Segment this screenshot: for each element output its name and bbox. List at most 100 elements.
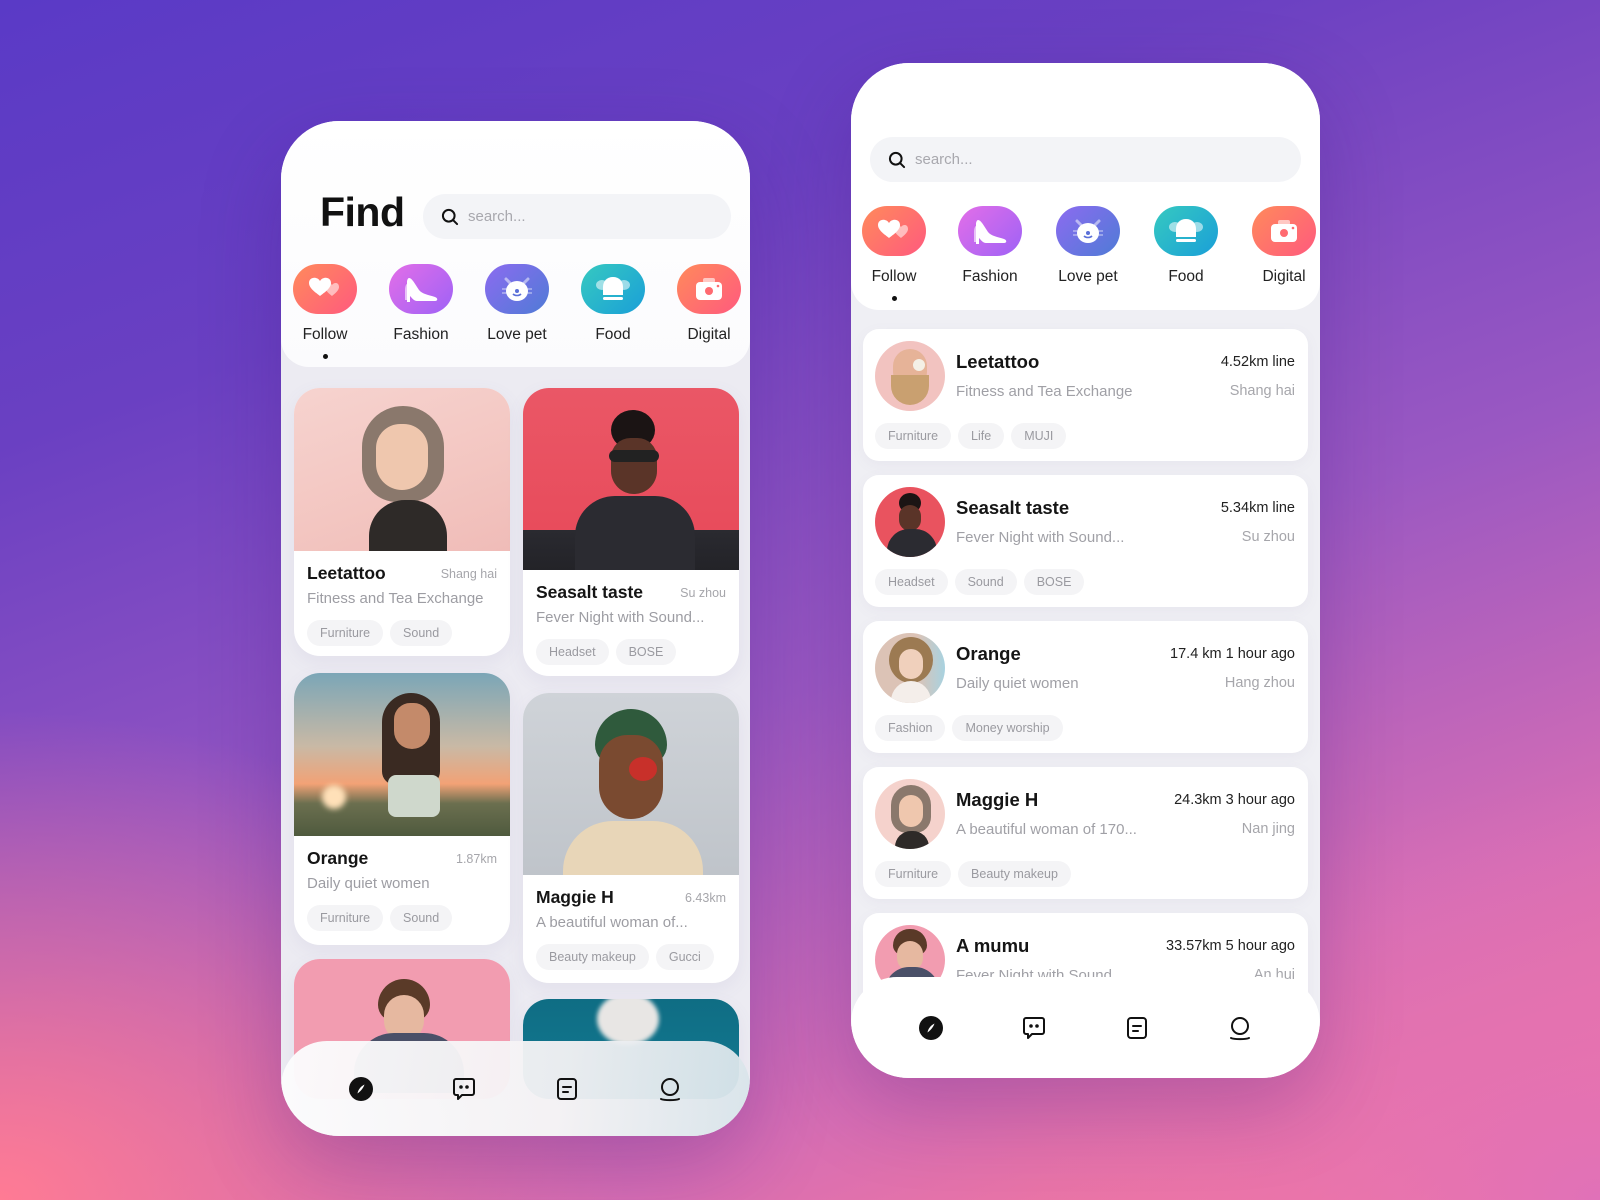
category-bubble	[581, 264, 645, 314]
tag[interactable]: Sound	[390, 620, 453, 646]
tab-discover[interactable]	[347, 1075, 375, 1103]
camera-icon	[1271, 220, 1297, 242]
header: Find Follow Fashion	[281, 121, 750, 367]
avatar	[875, 487, 945, 557]
item-city: Shang hai	[1229, 383, 1295, 399]
document-icon	[557, 1077, 578, 1100]
item-tags: Headset Sound BOSE	[875, 569, 1085, 595]
card-body: Leetattoo Shang hai Fitness and Tea Exch…	[294, 551, 510, 646]
list-item-seasalt-taste[interactable]: Seasalt taste Fever Night with Sound... …	[863, 475, 1308, 607]
active-indicator	[322, 354, 328, 359]
category-love-pet[interactable]: Love pet	[477, 264, 557, 344]
header: Follow Fashion Love pet Food	[851, 63, 1320, 310]
search-icon	[888, 151, 906, 168]
item-name: Maggie H	[956, 789, 1039, 810]
tab-notes[interactable]	[1123, 1014, 1151, 1042]
tag[interactable]: MUJI	[1011, 423, 1067, 449]
list-item-leetattoo[interactable]: Leetattoo Fitness and Tea Exchange 4.52k…	[863, 329, 1308, 461]
category-label: Digital	[1262, 268, 1306, 285]
item-city: Nan jing	[1241, 821, 1295, 837]
card-photo	[523, 388, 739, 570]
card-description: Daily quiet women	[307, 875, 430, 892]
tag[interactable]: Beauty makeup	[958, 861, 1071, 887]
search-input[interactable]	[915, 151, 1217, 168]
card-tags: Beauty makeup Gucci	[536, 944, 726, 970]
card-body: Maggie H 6.43km A beautiful woman of... …	[523, 875, 739, 970]
chef-hat-icon	[1169, 219, 1203, 242]
compass-icon	[348, 1076, 373, 1101]
category-bubble	[958, 206, 1022, 256]
item-distance: 24.3km 3 hour ago	[1174, 792, 1295, 808]
grid-card-leetattoo[interactable]: Leetattoo Shang hai Fitness and Tea Exch…	[294, 388, 510, 656]
compass-icon	[918, 1015, 943, 1040]
tag[interactable]: Sound	[954, 569, 1017, 595]
tag[interactable]: Sound	[390, 905, 453, 931]
find-grid-screen: Leetattoo Shang hai Fitness and Tea Exch…	[281, 121, 750, 1136]
profile-icon	[1230, 1016, 1251, 1040]
search-input[interactable]	[468, 208, 684, 225]
item-tags: Fashion Money worship	[875, 715, 1063, 741]
category-food[interactable]: Food	[1146, 206, 1226, 286]
chef-hat-icon	[596, 277, 630, 300]
search-bar[interactable]	[423, 194, 731, 239]
card-description: Fitness and Tea Exchange	[307, 590, 484, 607]
tag[interactable]: Life	[958, 423, 1005, 449]
search-bar[interactable]	[870, 137, 1301, 182]
tag[interactable]: BOSE	[1023, 569, 1085, 595]
tag[interactable]: Headset	[875, 569, 948, 595]
category-love-pet[interactable]: Love pet	[1048, 206, 1128, 286]
tag[interactable]: Furniture	[875, 423, 952, 449]
search-icon	[441, 208, 459, 225]
category-fashion[interactable]: Fashion	[381, 264, 461, 344]
tab-discover[interactable]	[917, 1014, 945, 1042]
tab-notes[interactable]	[553, 1075, 581, 1103]
cat-face-icon	[502, 277, 532, 301]
hearts-icon	[878, 219, 908, 238]
item-name: Orange	[956, 643, 1021, 664]
tag[interactable]: Headset	[536, 639, 609, 665]
item-name: Seasalt taste	[956, 497, 1070, 518]
chat-icon	[452, 1077, 475, 1100]
tag[interactable]: Furniture	[307, 905, 384, 931]
grid-card-seasalt-taste[interactable]: Seasalt taste Su zhou Fever Night with S…	[523, 388, 739, 676]
category-label: Follow	[302, 326, 348, 343]
category-label: Food	[1168, 268, 1204, 285]
cat-face-icon	[1073, 219, 1103, 243]
tag[interactable]: Furniture	[307, 620, 384, 646]
tag[interactable]: Money worship	[952, 715, 1063, 741]
hearts-icon	[309, 277, 339, 296]
category-fashion[interactable]: Fashion	[950, 206, 1030, 286]
tag[interactable]: Fashion	[875, 715, 946, 741]
tag[interactable]: Furniture	[875, 861, 952, 887]
tab-profile[interactable]	[656, 1075, 684, 1103]
chat-icon	[1022, 1016, 1045, 1039]
category-bubble	[1056, 206, 1120, 256]
item-description: Fitness and Tea Exchange	[956, 383, 1133, 400]
avatar	[875, 633, 945, 703]
list-item-maggie-h[interactable]: Maggie H A beautiful woman of 170... 24.…	[863, 767, 1308, 899]
list-item-orange[interactable]: Orange Daily quiet women 17.4 km 1 hour …	[863, 621, 1308, 753]
item-distance: 33.57km 5 hour ago	[1166, 938, 1295, 954]
grid-card-maggie-h[interactable]: Maggie H 6.43km A beautiful woman of... …	[523, 693, 739, 983]
item-description: Daily quiet women	[956, 675, 1079, 692]
tab-messages[interactable]	[450, 1075, 478, 1103]
item-city: Hang zhou	[1224, 675, 1295, 691]
category-follow[interactable]: Follow	[285, 264, 365, 359]
category-bubble	[677, 264, 741, 314]
tag[interactable]: Beauty makeup	[536, 944, 649, 970]
card-photo	[294, 388, 510, 551]
card-tags: Headset BOSE	[536, 639, 726, 665]
tab-messages[interactable]	[1020, 1014, 1048, 1042]
tag[interactable]: BOSE	[615, 639, 677, 665]
tag[interactable]: Gucci	[655, 944, 714, 970]
avatar	[875, 779, 945, 849]
tab-profile[interactable]	[1226, 1014, 1254, 1042]
category-label: Digital	[687, 326, 731, 343]
category-digital[interactable]: Digital	[669, 264, 749, 344]
category-digital[interactable]: Digital	[1244, 206, 1320, 286]
category-follow[interactable]: Follow	[854, 206, 934, 301]
high-heel-icon	[974, 220, 1007, 244]
category-food[interactable]: Food	[573, 264, 653, 344]
grid-card-orange[interactable]: Orange 1.87km Daily quiet women Furnitur…	[294, 673, 510, 945]
page-title: Find	[320, 189, 405, 235]
